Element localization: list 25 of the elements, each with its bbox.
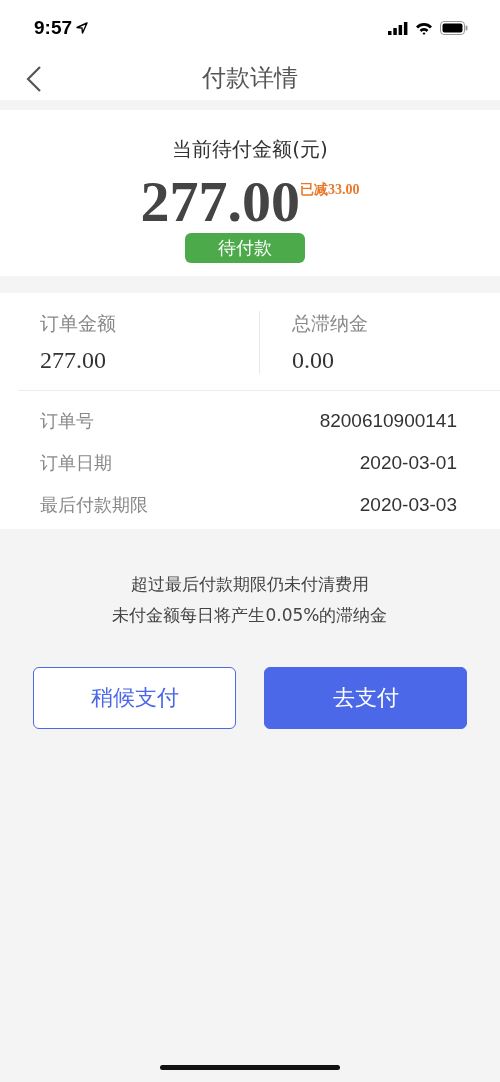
battery-icon (440, 21, 468, 35)
status-badge: 待付款 (185, 233, 305, 263)
detail-value: 2020-03-01 (359, 452, 457, 474)
status-time: 9:57 (34, 17, 73, 39)
detail-label: 订单号 (40, 409, 94, 433)
wifi-icon (415, 21, 433, 35)
summary-label: 总滞纳金 (292, 311, 369, 336)
pay-button[interactable]: 去支付 (264, 667, 467, 729)
summary-value: 277.00 (40, 347, 107, 374)
detail-label: 订单日期 (40, 451, 112, 475)
detail-value: 2020-03-03 (359, 494, 457, 516)
pay-later-button[interactable]: 稍候支付 (33, 667, 236, 729)
page-title: 付款详情 (202, 63, 298, 94)
summary-label: 订单金额 (40, 311, 117, 336)
detail-label: 最后付款期限 (40, 493, 148, 517)
detail-value: 8200610900141 (319, 410, 457, 432)
signal-icon (388, 21, 408, 35)
notice-text: 超过最后付款期限仍未付清费用 (131, 573, 369, 596)
amount-label: 当前待付金额(元) (172, 136, 328, 163)
back-icon[interactable] (26, 66, 42, 92)
amount-value: 277.00 (140, 173, 300, 231)
discount-text: 已减33.00 (300, 181, 360, 199)
summary-value: 0.00 (292, 347, 335, 374)
location-arrow-icon (76, 22, 89, 34)
notice-text: 未付金额每日将产生0.05%的滞纳金 (112, 604, 388, 627)
